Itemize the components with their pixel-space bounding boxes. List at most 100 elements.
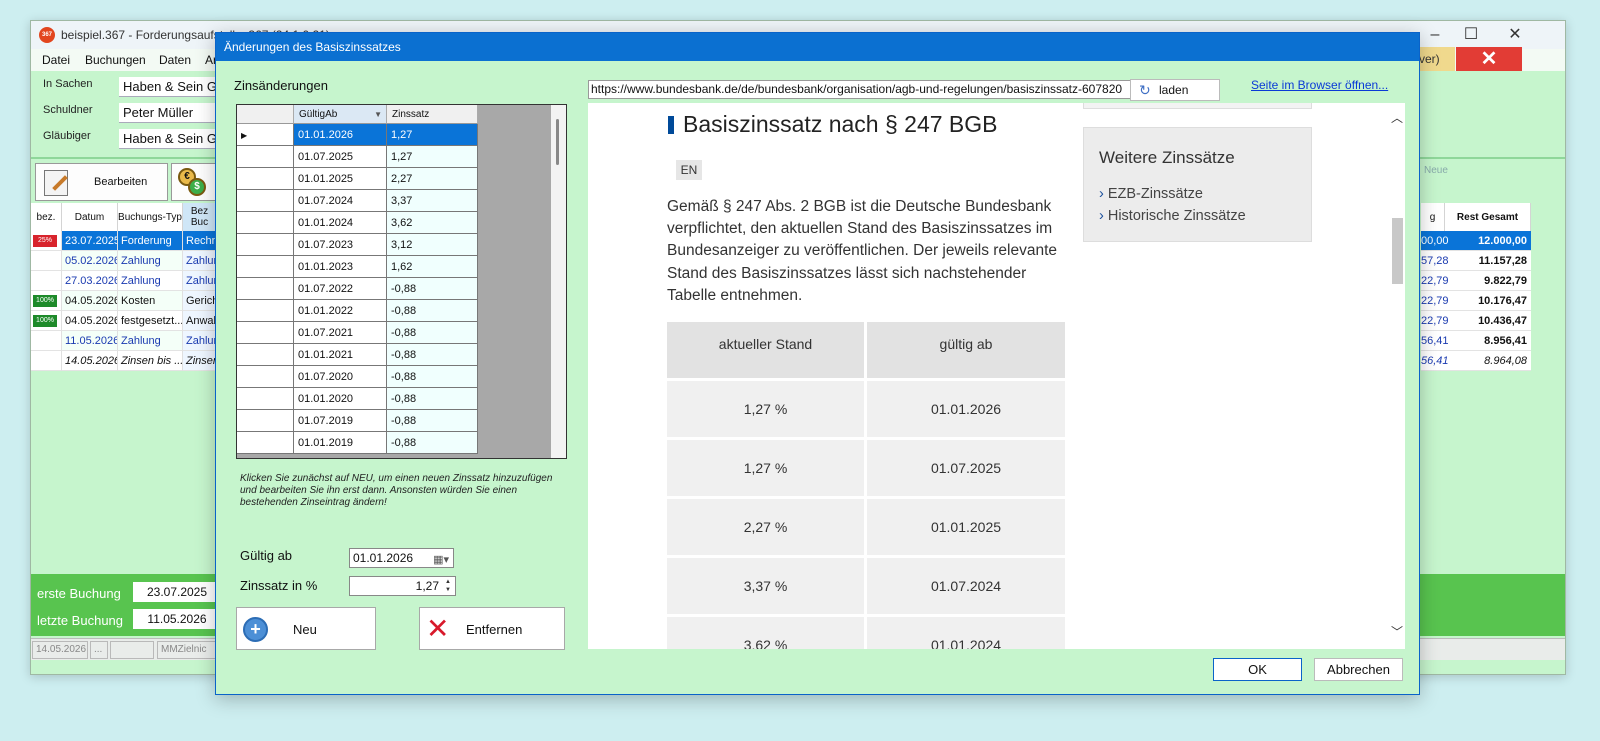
row-pct-cell bbox=[31, 331, 62, 351]
menu-daten[interactable]: Daten bbox=[159, 53, 191, 67]
zins-row[interactable]: 01.07.2024 3,37 bbox=[237, 190, 478, 212]
col-typ[interactable]: Buchungs-Typ bbox=[118, 203, 183, 231]
table-row[interactable]: 100% 04.05.2026 Kosten Gerich bbox=[31, 291, 217, 311]
zins-row[interactable]: 01.01.2019 -0,88 bbox=[237, 432, 478, 454]
ok-button[interactable]: OK bbox=[1213, 658, 1302, 681]
language-link[interactable]: EN bbox=[676, 160, 702, 180]
zins-grid-scroll-thumb[interactable] bbox=[556, 119, 559, 165]
table-row[interactable]: 05.02.2026 Zahlung Zahlun bbox=[31, 251, 217, 271]
zins-row[interactable]: 01.01.2022 -0,88 bbox=[237, 300, 478, 322]
neu-label: Neu bbox=[293, 622, 317, 637]
field-glaeubiger[interactable]: Haben & Sein GbR bbox=[119, 129, 229, 149]
menu-datei[interactable]: Datei bbox=[42, 53, 70, 67]
zins-row[interactable]: 01.01.2020 -0,88 bbox=[237, 388, 478, 410]
zins-row[interactable]: 01.01.2023 1,62 bbox=[237, 256, 478, 278]
col-zinssatz[interactable]: Zinssatz bbox=[387, 105, 478, 124]
web-scrollbar[interactable]: ︿ ﹀ bbox=[1389, 103, 1405, 649]
col-gueltigab[interactable]: GültigAb ▼ bbox=[294, 105, 387, 124]
table-row-right[interactable]: 00,00 12.000,00 bbox=[1421, 231, 1531, 251]
table-row-right[interactable]: 22,79 10.436,47 bbox=[1421, 311, 1531, 331]
field-schuldner[interactable]: Peter Müller bbox=[119, 103, 229, 123]
row-type: Zinsen bis ... bbox=[118, 351, 183, 371]
zins-row[interactable]: 01.07.2019 -0,88 bbox=[237, 410, 478, 432]
field-sachen[interactable]: Haben & Sein GbR bbox=[119, 77, 229, 97]
row-type: Zahlung bbox=[118, 251, 183, 271]
chevron-up-icon[interactable]: ︿ bbox=[1391, 109, 1403, 126]
table-row[interactable]: 27.03.2026 Zahlung Zahlun bbox=[31, 271, 217, 291]
zins-row-date: 01.07.2022 bbox=[294, 278, 387, 300]
coins-button[interactable]: € $ bbox=[171, 163, 219, 201]
sidebar-link-historisch[interactable]: › Historische Zinssätze bbox=[1099, 208, 1246, 224]
zins-row[interactable]: 01.07.2022 -0,88 bbox=[237, 278, 478, 300]
zins-row-date: 01.07.2025 bbox=[294, 146, 387, 168]
entfernen-button[interactable]: ✕ Entfernen bbox=[419, 607, 565, 650]
gueltig-ab-input[interactable]: 01.01.2026 ▦▾ bbox=[349, 548, 454, 568]
page-heading: Basiszinssatz nach § 247 BGB bbox=[683, 111, 998, 137]
bearbeiten-button[interactable]: Bearbeiten bbox=[35, 163, 168, 201]
row-indicator bbox=[237, 366, 294, 388]
zins-row-rate: -0,88 bbox=[387, 344, 478, 366]
close-icon[interactable]: ✕ bbox=[1501, 25, 1529, 45]
zins-row[interactable]: 01.01.2025 2,27 bbox=[237, 168, 478, 190]
chevron-down-icon[interactable]: ﹀ bbox=[1391, 623, 1403, 640]
table-row-right[interactable]: 22,79 9.822,79 bbox=[1421, 271, 1531, 291]
url-input[interactable]: https://www.bundesbank.de/de/bundesbank/… bbox=[588, 80, 1134, 99]
spinner-icon[interactable]: ▲ ▼ bbox=[442, 578, 454, 594]
zins-row-rate: -0,88 bbox=[387, 410, 478, 432]
col-bez[interactable]: bez. bbox=[31, 203, 62, 231]
zins-grid-scrollbar[interactable] bbox=[551, 105, 566, 458]
col-bez-buc[interactable]: Bez Buc bbox=[183, 203, 217, 231]
close-red-button[interactable]: ✕ bbox=[1456, 47, 1522, 71]
laden-button[interactable]: ↻ laden bbox=[1130, 79, 1220, 101]
table-row-right[interactable]: 57,28 11.157,28 bbox=[1421, 251, 1531, 271]
col-datum[interactable]: Datum bbox=[62, 203, 118, 231]
table-row[interactable]: 100% 04.05.2026 festgesetzt... Anwalt bbox=[31, 311, 217, 331]
letzte-buchung-label: letzte Buchung bbox=[37, 613, 124, 628]
zins-row[interactable]: 01.07.2025 1,27 bbox=[237, 146, 478, 168]
zinssatz-input[interactable]: 1,27 ▲ ▼ bbox=[349, 576, 456, 596]
zins-row[interactable]: 01.01.2024 3,62 bbox=[237, 212, 478, 234]
calendar-dropdown-icon[interactable]: ▦▾ bbox=[433, 551, 449, 569]
zins-row-rate: -0,88 bbox=[387, 322, 478, 344]
zins-row[interactable]: 01.07.2023 3,12 bbox=[237, 234, 478, 256]
zinsaenderungen-label: Zinsänderungen bbox=[234, 78, 328, 93]
open-in-browser-link[interactable]: Seite im Browser öffnen... bbox=[1251, 78, 1388, 92]
col-g[interactable]: g bbox=[1421, 203, 1445, 231]
sidebar-link-ezb[interactable]: › EZB-Zinssätze bbox=[1099, 186, 1203, 202]
table-cell-date: 01.01.2025 bbox=[867, 499, 1065, 555]
table-row-right[interactable]: 22,79 10.176,47 bbox=[1421, 291, 1531, 311]
sidebar-link-ezb-label: EZB-Zinssätze bbox=[1107, 186, 1203, 202]
row-rest: 8.964,08 bbox=[1449, 351, 1531, 371]
web-scroll-thumb[interactable] bbox=[1392, 218, 1403, 284]
web-view: Basiszinssatz nach § 247 BGB EN Gemäß § … bbox=[588, 103, 1405, 649]
minimize-icon[interactable]: – bbox=[1421, 25, 1449, 45]
table-row[interactable]: 14.05.2026 Zinsen bis ... Zinsen bbox=[31, 351, 217, 371]
table-row-right[interactable]: 56,41 8.964,08 bbox=[1421, 351, 1531, 371]
table-row[interactable]: 25% 23.07.2025 Forderung Rechn bbox=[31, 231, 217, 251]
row-indicator bbox=[237, 432, 294, 454]
neu-button[interactable]: + Neu bbox=[236, 607, 376, 650]
letzte-buchung-value: 11.05.2026 bbox=[133, 609, 221, 629]
dialog-titlebar: Änderungen des Basiszinssatzes bbox=[216, 33, 1419, 61]
table-row-right[interactable]: 56,41 8.956,41 bbox=[1421, 331, 1531, 351]
menu-buchungen[interactable]: Buchungen bbox=[85, 53, 146, 67]
toolbar-label: ver) bbox=[1415, 47, 1455, 71]
dollar-icon: $ bbox=[188, 178, 206, 196]
entfernen-label: Entfernen bbox=[466, 622, 523, 637]
row-amount: 56,41 bbox=[1421, 331, 1449, 351]
row-rest: 9.822,79 bbox=[1449, 271, 1531, 291]
table-cell-rate: 1,27 % bbox=[667, 440, 864, 496]
zins-row[interactable]: 01.01.2021 -0,88 bbox=[237, 344, 478, 366]
zins-row-date: 01.01.2020 bbox=[294, 388, 387, 410]
row-pct-cell bbox=[31, 351, 62, 371]
zins-row[interactable]: ▶ 01.01.2026 1,27 bbox=[237, 124, 478, 146]
zins-row[interactable]: 01.07.2021 -0,88 bbox=[237, 322, 478, 344]
maximize-icon[interactable]: ☐ bbox=[1457, 25, 1485, 45]
sort-down-icon: ▼ bbox=[374, 110, 382, 119]
row-amount: 22,79 bbox=[1421, 291, 1449, 311]
cancel-button[interactable]: Abbrechen bbox=[1314, 658, 1403, 681]
zins-row-rate: 2,27 bbox=[387, 168, 478, 190]
zins-row[interactable]: 01.07.2020 -0,88 bbox=[237, 366, 478, 388]
table-row[interactable]: 11.05.2026 Zahlung Zahlun bbox=[31, 331, 217, 351]
col-rest[interactable]: Rest Gesamt bbox=[1445, 203, 1531, 231]
